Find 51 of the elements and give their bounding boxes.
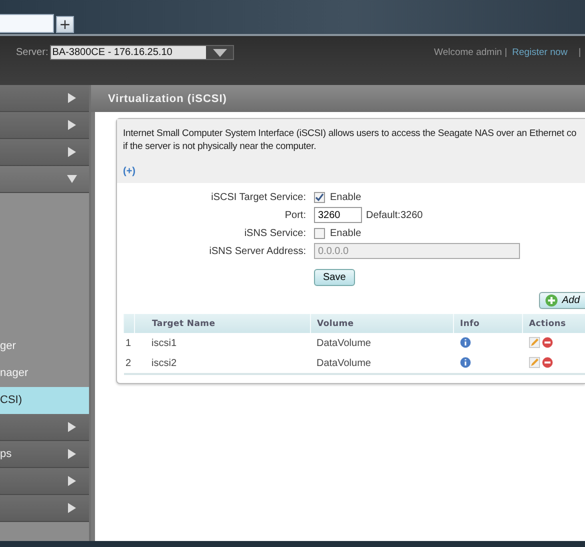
page-title: Virtualization (iSCSI) xyxy=(108,92,227,104)
server-label: Server: xyxy=(16,47,48,58)
add-button[interactable]: Add xyxy=(539,292,585,309)
delete-icon[interactable] xyxy=(542,337,554,348)
table-header-cell xyxy=(124,314,134,333)
default-hint: Default:3260 xyxy=(366,210,423,220)
table-cell: iscsi2 xyxy=(134,353,310,374)
row-number: 2 xyxy=(124,353,134,374)
save-button[interactable]: Save xyxy=(314,269,355,286)
field-label: iSNS Service: xyxy=(243,228,307,238)
column-header: Target Name xyxy=(134,314,310,333)
description-text: if the server is not physically near the computer. xyxy=(123,140,318,153)
sidebar-item[interactable] xyxy=(0,468,89,495)
separator: | xyxy=(578,47,581,58)
browser-tab[interactable] xyxy=(0,14,54,33)
sidebar-subitem[interactable]: CSI) xyxy=(0,387,89,414)
column-header: Actions xyxy=(522,314,585,333)
sidebar-item[interactable] xyxy=(0,112,89,139)
column-header: Volume xyxy=(310,314,454,333)
sidebar-item[interactable] xyxy=(0,85,89,112)
edit-icon[interactable] xyxy=(528,337,540,348)
sidebar-item[interactable] xyxy=(0,166,89,193)
sidebar-item[interactable] xyxy=(0,139,89,166)
caret-icon xyxy=(212,48,227,56)
field-label: Port: xyxy=(284,210,307,220)
checkbox-label: Enable xyxy=(330,192,362,202)
server-dropdown[interactable]: BA-3800CE - 176.16.25.10 xyxy=(50,45,234,60)
checkbox[interactable] xyxy=(314,228,325,238)
table-cell: DataVolume xyxy=(310,333,454,353)
row-number: 1 xyxy=(124,333,134,353)
field-label: iSNS Server Address: xyxy=(208,246,307,256)
info-icon[interactable] xyxy=(460,357,470,368)
register-link[interactable]: Register now xyxy=(512,47,568,58)
sidebar-item[interactable]: ps xyxy=(0,441,89,468)
delete-icon[interactable] xyxy=(542,357,554,368)
table-cell: iscsi1 xyxy=(134,333,310,353)
edit-icon[interactable] xyxy=(528,357,540,368)
plus-icon xyxy=(545,294,558,307)
field-label: iSCSI Target Service: xyxy=(210,192,307,202)
sidebar-item[interactable] xyxy=(0,495,89,522)
description-text: Internet Small Computer System Interface (iSCSI) allows users to access the Seagate NAS over an Ethernet co xyxy=(123,127,578,140)
column-header: Info xyxy=(454,314,522,333)
expand-link[interactable]: (+) xyxy=(123,166,136,177)
sidebar-item[interactable] xyxy=(0,414,89,441)
port-field[interactable]: 3260 xyxy=(314,207,362,223)
table-cell: DataVolume xyxy=(310,353,454,374)
checkbox[interactable] xyxy=(314,192,325,202)
new-tab-button[interactable]: + xyxy=(56,16,74,33)
info-icon[interactable] xyxy=(460,337,470,348)
checkbox-label: Enable xyxy=(330,228,362,238)
welcome-text: Welcome admin | xyxy=(434,47,508,58)
